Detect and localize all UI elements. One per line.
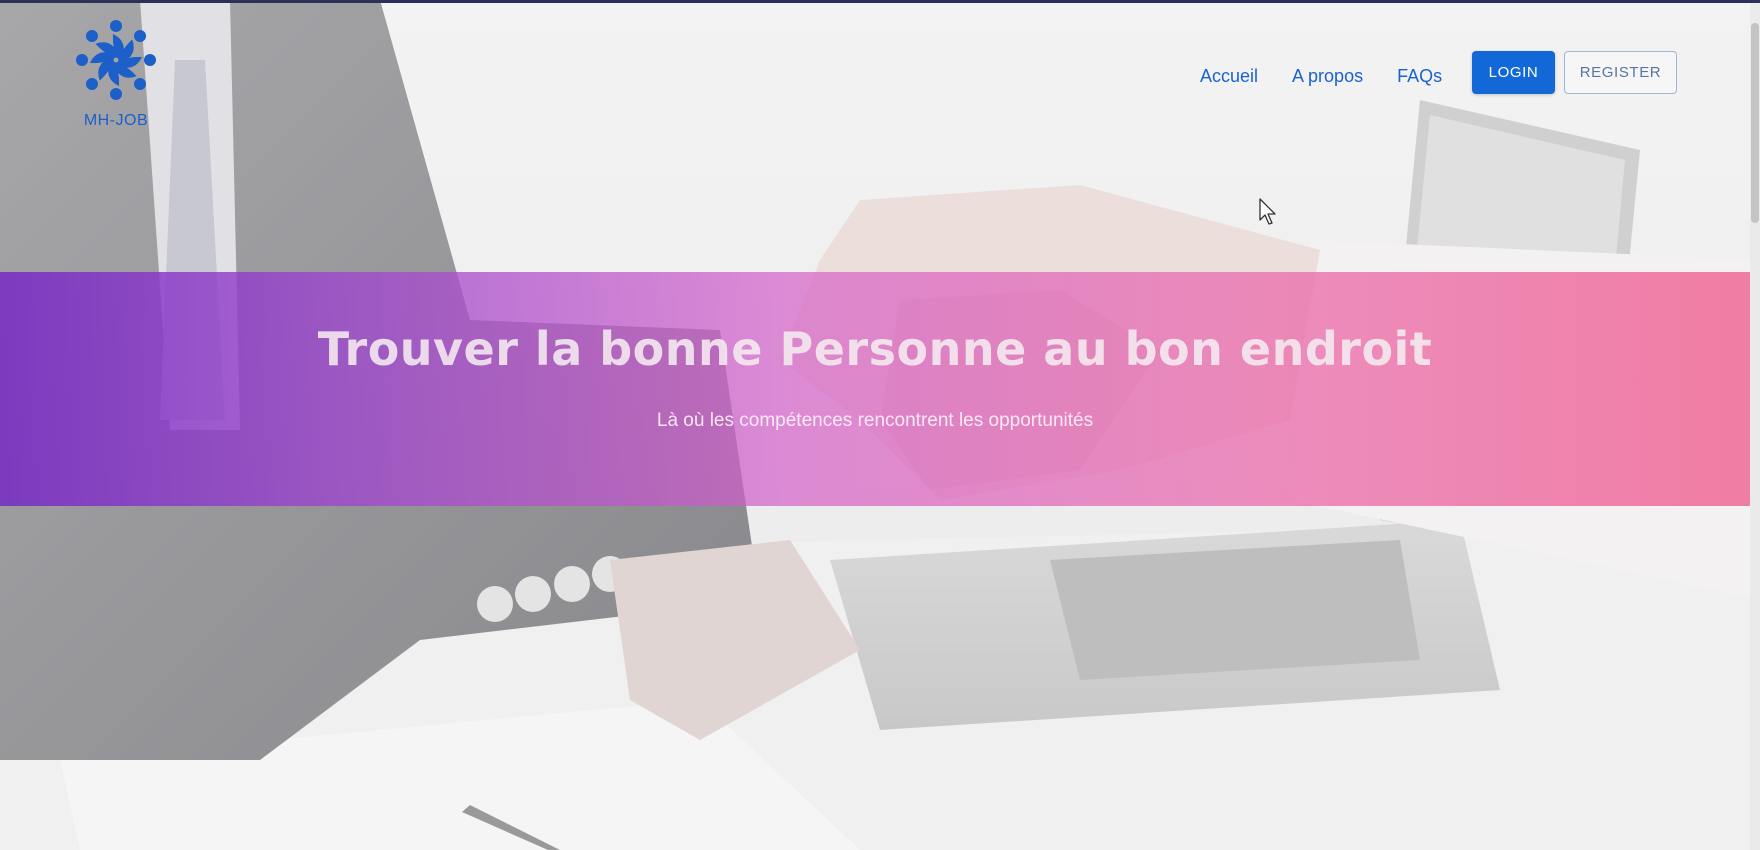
nav-link-accueil[interactable]: Accueil <box>1200 66 1258 87</box>
main-nav: Accueil A propos FAQs <box>1200 66 1442 87</box>
login-button[interactable]: LOGIN <box>1472 51 1555 94</box>
brand-logo[interactable]: MH-JOB <box>68 14 164 130</box>
nav-link-a-propos[interactable]: A propos <box>1292 66 1363 87</box>
hero-title: Trouver la bonne Personne au bon endroit <box>317 322 1433 376</box>
window-top-border <box>0 0 1760 3</box>
brand-name: MH-JOB <box>83 112 149 129</box>
hero-subtitle: Là où les compétences rencontrent les op… <box>656 410 1094 431</box>
pinwheel-people-icon <box>76 20 156 100</box>
scrollbar-thumb[interactable] <box>1751 23 1759 223</box>
page-scrollbar[interactable] <box>1750 3 1760 850</box>
hero-banner: Trouver la bonne Personne au bon endroit… <box>0 272 1750 506</box>
register-button[interactable]: REGISTER <box>1564 51 1677 94</box>
mouse-cursor-icon <box>1259 198 1276 225</box>
nav-link-faqs[interactable]: FAQs <box>1397 66 1442 87</box>
landing-page: MH-JOB Accueil A propos FAQs LOGIN REGIS… <box>0 0 1760 850</box>
